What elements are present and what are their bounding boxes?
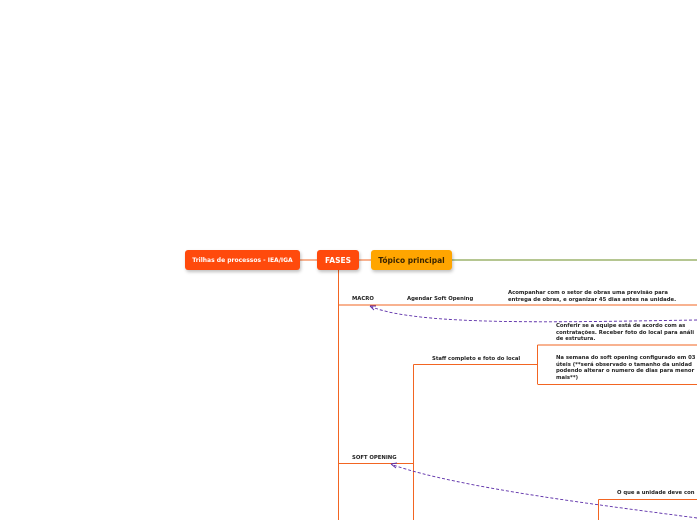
phase-macro[interactable]: MACRO [352, 296, 374, 303]
fases-node-label: FASES [325, 255, 351, 265]
note-semana-soft-opening[interactable]: Na semana do soft opening configurado em… [556, 355, 695, 381]
phase-soft-opening[interactable]: SOFT OPENING [352, 455, 397, 462]
task-staff-completo[interactable]: Staff completo e foto do local [432, 356, 520, 363]
note-unidade-deve[interactable]: O que a unidade deve con [617, 490, 695, 497]
task-agendar-soft-opening[interactable]: Agendar Soft Opening [407, 296, 473, 303]
fases-node[interactable]: FASES [317, 250, 359, 270]
root-node-label: Trilhas de processos - IEA/IGA [192, 256, 293, 264]
root-node[interactable]: Trilhas de processos - IEA/IGA [185, 250, 300, 270]
note-acompanhar-obras[interactable]: Acompanhar com o setor de obras uma prev… [508, 290, 676, 303]
relation-curve-macro [371, 306, 697, 323]
note-conferir-equipe[interactable]: Conferir se a equipe está de acordo com … [556, 323, 694, 343]
topic-node-label: Tópico principal [378, 255, 445, 265]
topic-node[interactable]: Tópico principal [371, 250, 452, 270]
